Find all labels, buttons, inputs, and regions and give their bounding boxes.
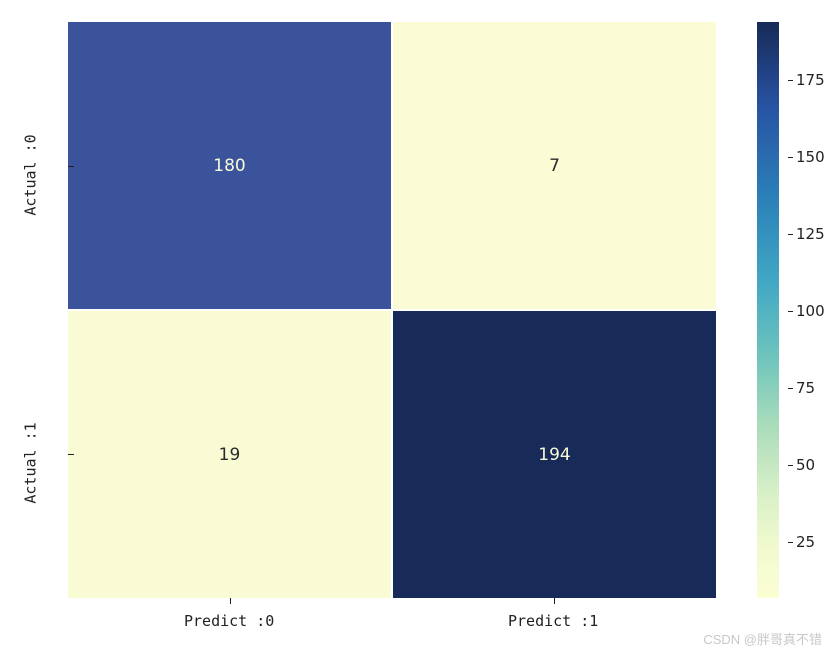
x-axis: Predict :0 Predict :1 <box>68 604 716 634</box>
colorbar-tick-25: 25 <box>796 533 815 551</box>
y-axis: Actual :0 Actual :1 <box>10 22 65 598</box>
x-axis-label-predict-0: Predict :0 <box>184 612 274 630</box>
cell-actual0-predict1: 7 <box>393 22 716 309</box>
colorbar-tick-line-50 <box>788 465 793 466</box>
colorbar-tick-150: 150 <box>796 148 825 166</box>
cell-actual0-predict0: 180 <box>68 22 391 309</box>
y-axis-label-actual-1: Actual :1 <box>22 422 40 503</box>
watermark-text: CSDN @胖哥真不错 <box>703 629 822 648</box>
heatmap-grid: 180 7 19 194 <box>68 22 716 598</box>
colorbar-gradient <box>757 22 779 598</box>
y-axis-label-actual-0: Actual :0 <box>22 134 40 215</box>
y-tick-1 <box>68 454 74 455</box>
y-tick-0 <box>68 166 74 167</box>
colorbar-tick-line-175 <box>788 80 793 81</box>
colorbar-tick-line-75 <box>788 388 793 389</box>
colorbar-tick-125: 125 <box>796 225 825 243</box>
colorbar-tick-line-100 <box>788 311 793 312</box>
confusion-matrix-heatmap: 180 7 19 194 <box>68 22 716 598</box>
colorbar-tick-line-125 <box>788 234 793 235</box>
x-tick-1 <box>554 598 555 604</box>
colorbar-tick-50: 50 <box>796 456 815 474</box>
x-tick-0 <box>230 598 231 604</box>
colorbar-tick-100: 100 <box>796 302 825 320</box>
colorbar-tick-75: 75 <box>796 379 815 397</box>
cell-actual1-predict0: 19 <box>68 311 391 598</box>
colorbar-ticks: 175 150 125 100 75 50 25 <box>784 22 814 598</box>
colorbar-tick-line-150 <box>788 157 793 158</box>
cell-actual1-predict1: 194 <box>393 311 716 598</box>
x-axis-label-predict-1: Predict :1 <box>508 612 598 630</box>
colorbar <box>757 22 779 598</box>
colorbar-tick-175: 175 <box>796 71 825 89</box>
colorbar-tick-line-25 <box>788 542 793 543</box>
